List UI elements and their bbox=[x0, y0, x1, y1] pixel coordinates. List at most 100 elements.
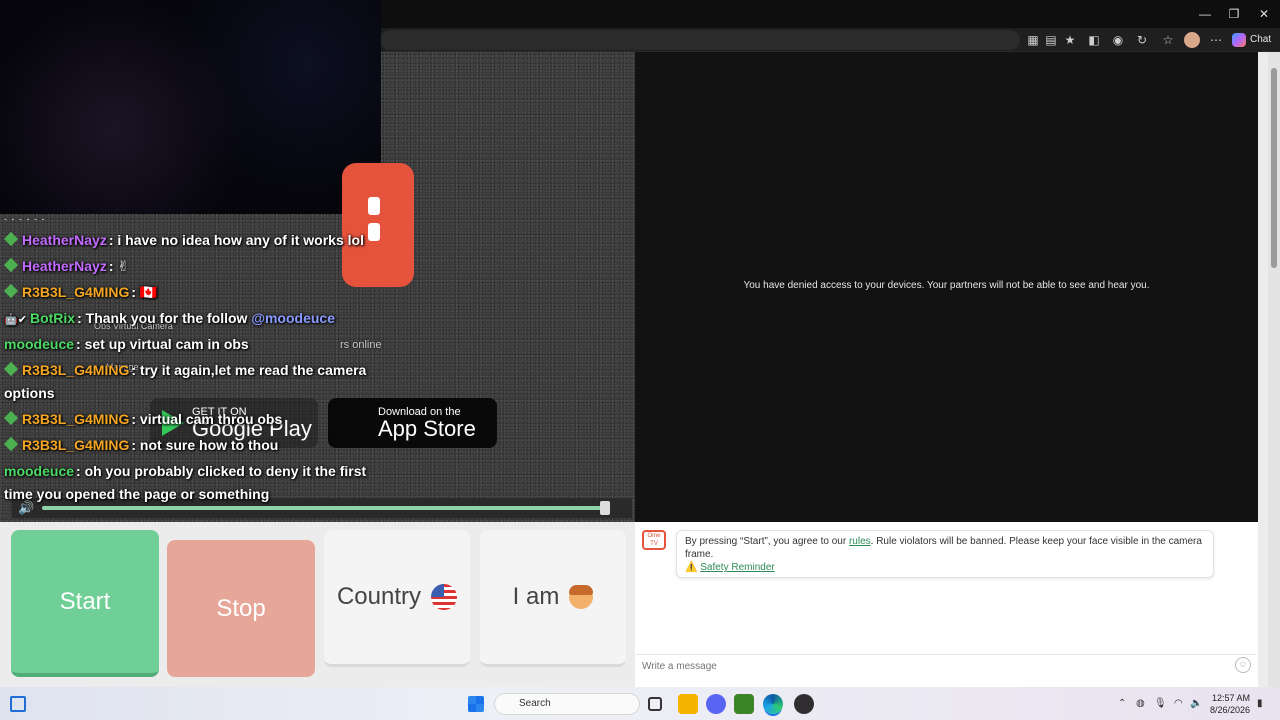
address-bar[interactable] bbox=[380, 30, 1020, 50]
chat-username[interactable]: R3B3L_G4MING bbox=[22, 284, 129, 300]
discord-icon[interactable] bbox=[706, 694, 726, 714]
split-screen-icon[interactable]: ▦ bbox=[1025, 32, 1041, 48]
country-button[interactable]: Country bbox=[324, 530, 470, 667]
close-window-button[interactable]: ✕ bbox=[1249, 4, 1279, 24]
chat-text: : not sure how to thou bbox=[131, 437, 279, 453]
warning-icon: ⚠️ bbox=[685, 562, 698, 573]
chat-text: : try it again,let me read the camera bbox=[131, 362, 367, 378]
subscriber-badge-icon bbox=[3, 410, 19, 426]
chat-username[interactable]: BotRix bbox=[30, 310, 75, 326]
windows-taskbar: ⚲ Search ⌃ ◍ 🎙 ◠ 🔈 12:57 AM 8/26/2026 ▮ bbox=[0, 687, 1280, 720]
chat-message: moodeuce: set up virtual cam in obs bbox=[4, 336, 249, 352]
refresh-extension-icon[interactable]: ↻ bbox=[1134, 32, 1150, 48]
edge-browser-icon[interactable] bbox=[763, 694, 783, 714]
scrollbar-thumb[interactable] bbox=[1271, 68, 1277, 268]
profile-avatar-icon[interactable] bbox=[1184, 32, 1200, 48]
users-online-note: rs online bbox=[340, 339, 382, 351]
chat-message: 🤖✔ BotRix: Thank you for the follow @moo… bbox=[4, 310, 335, 326]
subscriber-badge-icon bbox=[3, 231, 19, 247]
clock-time: 12:57 AM bbox=[1211, 693, 1250, 703]
chat-message: R3B3L_G4MING: virtual cam throu obs bbox=[3, 410, 283, 427]
page-scrollbar[interactable] bbox=[1268, 52, 1280, 687]
more-menu-icon[interactable]: ⋯ bbox=[1208, 32, 1224, 48]
message-input-area bbox=[636, 654, 1256, 678]
tray-chevron-icon[interactable]: ⌃ bbox=[1118, 698, 1126, 709]
message-input[interactable] bbox=[642, 655, 1222, 677]
copilot-icon bbox=[1232, 33, 1246, 47]
device-denied-message: You have denied access to your devices. … bbox=[743, 280, 1150, 291]
chat-message: HeatherNayz: ✌ bbox=[3, 257, 130, 275]
chat-message: HeatherNayz: i have no idea how any of i… bbox=[3, 231, 364, 248]
chat-text: time you opened the page or something bbox=[4, 486, 270, 502]
emoji-icon[interactable]: ☺ bbox=[1235, 657, 1251, 673]
taskbar-clock[interactable]: 12:57 AM 8/26/2026 bbox=[1200, 692, 1250, 716]
minecraft-icon[interactable] bbox=[734, 694, 754, 714]
chat-text: : oh you probably clicked to deny it the… bbox=[76, 463, 367, 479]
favorites-icon[interactable]: ☆ bbox=[1160, 32, 1176, 48]
subscriber-badge-icon bbox=[3, 283, 19, 299]
favorite-star-icon[interactable]: ★ bbox=[1062, 32, 1078, 48]
maximize-button[interactable]: ❐ bbox=[1219, 4, 1249, 24]
chat-text: options bbox=[4, 385, 55, 401]
chat-divider: - - - - - - bbox=[4, 214, 46, 224]
webcam-overlay bbox=[0, 0, 381, 214]
chat-username[interactable]: HeatherNayz bbox=[22, 258, 107, 274]
task-view-icon[interactable] bbox=[648, 697, 662, 711]
ometv-logo-large-icon bbox=[342, 163, 414, 287]
file-explorer-icon[interactable] bbox=[678, 694, 698, 714]
chat-username[interactable]: R3B3L_G4MING bbox=[22, 437, 129, 453]
start-button[interactable]: Start bbox=[11, 530, 159, 677]
chat-message: R3B3L_G4MING: not sure how to thou bbox=[3, 436, 279, 453]
chat-text: : ✌ bbox=[108, 258, 130, 274]
subscriber-badge-icon bbox=[3, 257, 19, 273]
subscriber-badge-icon bbox=[3, 361, 19, 377]
ometv-logo-icon: Ome TV bbox=[642, 530, 666, 550]
obs-icon[interactable] bbox=[794, 694, 814, 714]
clock-date: 8/26/2026 bbox=[1209, 705, 1250, 715]
app-store-bottom: App Store bbox=[378, 416, 476, 441]
extension-icon[interactable]: ◧ bbox=[1086, 32, 1102, 48]
iam-label: I am bbox=[512, 583, 560, 610]
microphone-icon[interactable]: 🎙 bbox=[1154, 698, 1167, 709]
wifi-icon[interactable]: ◠ bbox=[1174, 698, 1183, 709]
speaker-icon[interactable]: 🔊 bbox=[18, 500, 34, 516]
chat-username[interactable]: R3B3L_G4MING bbox=[22, 411, 129, 427]
stop-button[interactable]: Stop bbox=[167, 540, 315, 677]
chat-text: : 🇨🇦 bbox=[131, 284, 158, 300]
chat-username[interactable]: moodeuce bbox=[4, 336, 74, 352]
chat-label: Chat bbox=[1250, 34, 1272, 45]
notification-icon[interactable]: ▮ bbox=[1257, 698, 1263, 709]
grammarly-icon[interactable]: ◉ bbox=[1110, 32, 1126, 48]
start-label: Start bbox=[59, 587, 111, 615]
start-menu-icon[interactable] bbox=[468, 696, 484, 712]
widgets-icon[interactable] bbox=[10, 696, 26, 712]
screen: — ❐ ✕ ▦ ▤ ★ ◧ ◉ ↻ ☆ ⋯ Chat You have deni… bbox=[0, 0, 1280, 720]
chat-text: : i have no idea how any of it works lol bbox=[108, 232, 364, 248]
chat-mention[interactable]: @moodeuce bbox=[251, 310, 335, 326]
chat-username[interactable]: moodeuce bbox=[4, 463, 74, 479]
copilot-chat-button[interactable]: Chat bbox=[1232, 31, 1271, 49]
app-store-badge[interactable]: Download on the App Store bbox=[328, 398, 497, 448]
chat-message: options bbox=[4, 385, 55, 401]
rules-link[interactable]: rules bbox=[849, 536, 871, 547]
reading-view-icon[interactable]: ▤ bbox=[1043, 32, 1059, 48]
country-label: Country bbox=[336, 583, 422, 610]
chat-username[interactable]: HeatherNayz bbox=[22, 232, 107, 248]
chat-text: : virtual cam throu obs bbox=[131, 411, 283, 427]
chat-username[interactable]: R3B3L_G4MING bbox=[22, 362, 129, 378]
subscriber-badge-icon bbox=[3, 436, 19, 452]
chat-message: R3B3L_G4MING: 🇨🇦 bbox=[3, 283, 158, 301]
taskbar-search[interactable]: Search bbox=[494, 693, 640, 715]
tray-app-icon[interactable]: ◍ bbox=[1136, 698, 1145, 709]
boy-face-icon bbox=[569, 585, 594, 609]
chat-message: time you opened the page or something bbox=[4, 486, 269, 502]
stop-label: Stop bbox=[216, 594, 266, 622]
safety-reminder-link[interactable]: Safety Reminder bbox=[700, 562, 774, 573]
chat-message: R3B3L_G4MING: try it again,let me read t… bbox=[3, 361, 367, 378]
minimize-button[interactable]: — bbox=[1190, 4, 1220, 24]
volume-slider[interactable] bbox=[42, 506, 610, 510]
chat-text: : Thank you for the follow bbox=[77, 310, 252, 326]
chat-text: : set up virtual cam in obs bbox=[76, 336, 249, 352]
gender-button[interactable]: I am bbox=[480, 530, 626, 667]
volume-slider-thumb[interactable] bbox=[600, 501, 610, 515]
